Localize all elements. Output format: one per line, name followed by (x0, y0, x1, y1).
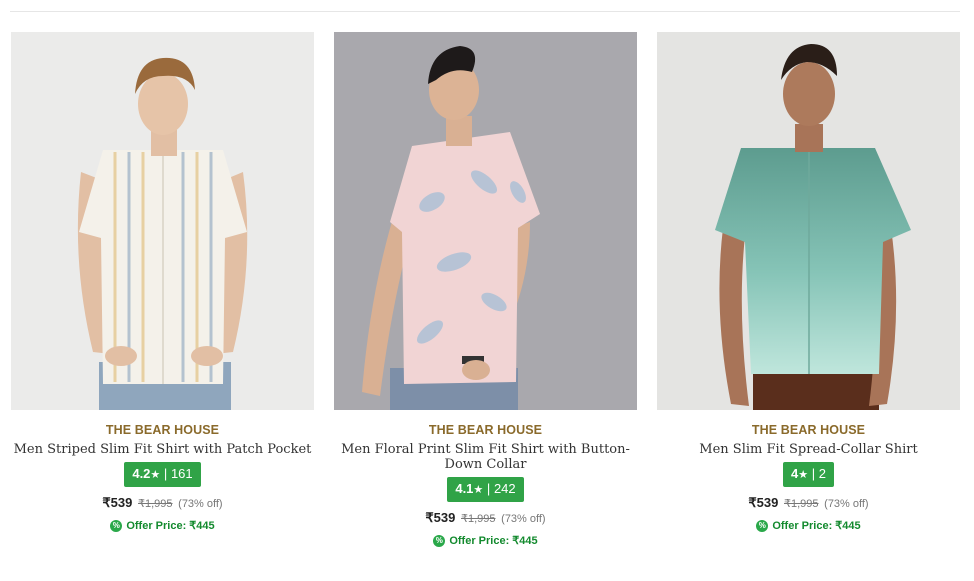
product-image[interactable] (11, 32, 314, 410)
product-card[interactable]: THE BEAR HOUSE Men Striped Slim Fit Shir… (11, 32, 314, 532)
price-row: ₹539 ₹1,995 (73% off) (334, 510, 637, 526)
product-image[interactable] (657, 32, 960, 410)
rating-separator: | (811, 466, 816, 481)
rating-separator: | (486, 481, 491, 496)
sale-price: ₹539 (102, 495, 133, 510)
offer-price-label: Offer Price: ₹445 (126, 520, 215, 532)
review-count: 161 (170, 466, 193, 481)
rating-separator: | (163, 466, 168, 481)
offer-price: % Offer Price: ₹445 (756, 519, 861, 532)
offer-price: % Offer Price: ₹445 (433, 534, 538, 547)
price-row: ₹539 ₹1,995 (73% off) (11, 495, 314, 511)
product-card[interactable]: THE BEAR HOUSE Men Slim Fit Spread-Colla… (657, 32, 960, 532)
offer-price-label: Offer Price: ₹445 (772, 520, 861, 532)
rating-badge: 4.1★ | 242 (447, 477, 524, 502)
rating-score: 4.2 (132, 466, 151, 481)
discount-label: (73% off) (501, 513, 546, 525)
offer-price: % Offer Price: ₹445 (110, 519, 215, 532)
mrp-price: ₹1,995 (784, 498, 819, 510)
discount-tag-icon: % (756, 519, 769, 532)
top-divider-bar (10, 0, 960, 12)
sale-price: ₹539 (748, 495, 779, 510)
star-icon: ★ (473, 484, 484, 496)
sale-price: ₹539 (425, 510, 456, 525)
discount-label: (73% off) (824, 498, 869, 510)
discount-label: (73% off) (178, 498, 223, 510)
mrp-price: ₹1,995 (461, 513, 496, 525)
discount-tag-icon: % (433, 534, 446, 547)
product-image[interactable] (334, 32, 637, 410)
mrp-price: ₹1,995 (138, 498, 173, 510)
rating-badge: 4★ | 2 (783, 462, 834, 487)
rating-score: 4.1 (455, 481, 474, 496)
price-row: ₹539 ₹1,995 (73% off) (657, 495, 960, 511)
offer-price-label: Offer Price: ₹445 (449, 535, 538, 547)
product-brand[interactable]: THE BEAR HOUSE (334, 423, 637, 437)
product-title[interactable]: Men Slim Fit Spread-Collar Shirt (659, 442, 959, 457)
product-brand[interactable]: THE BEAR HOUSE (11, 423, 314, 437)
product-title[interactable]: Men Floral Print Slim Fit Shirt with But… (336, 442, 636, 472)
star-icon: ★ (150, 469, 161, 481)
product-brand[interactable]: THE BEAR HOUSE (657, 423, 960, 437)
review-count: 2 (818, 466, 826, 481)
product-card[interactable]: THE BEAR HOUSE Men Floral Print Slim Fit… (334, 32, 637, 547)
product-title[interactable]: Men Striped Slim Fit Shirt with Patch Po… (13, 442, 313, 457)
review-count: 242 (493, 481, 516, 496)
rating-badge: 4.2★ | 161 (124, 462, 201, 487)
star-icon: ★ (798, 469, 809, 481)
discount-tag-icon: % (110, 519, 123, 532)
